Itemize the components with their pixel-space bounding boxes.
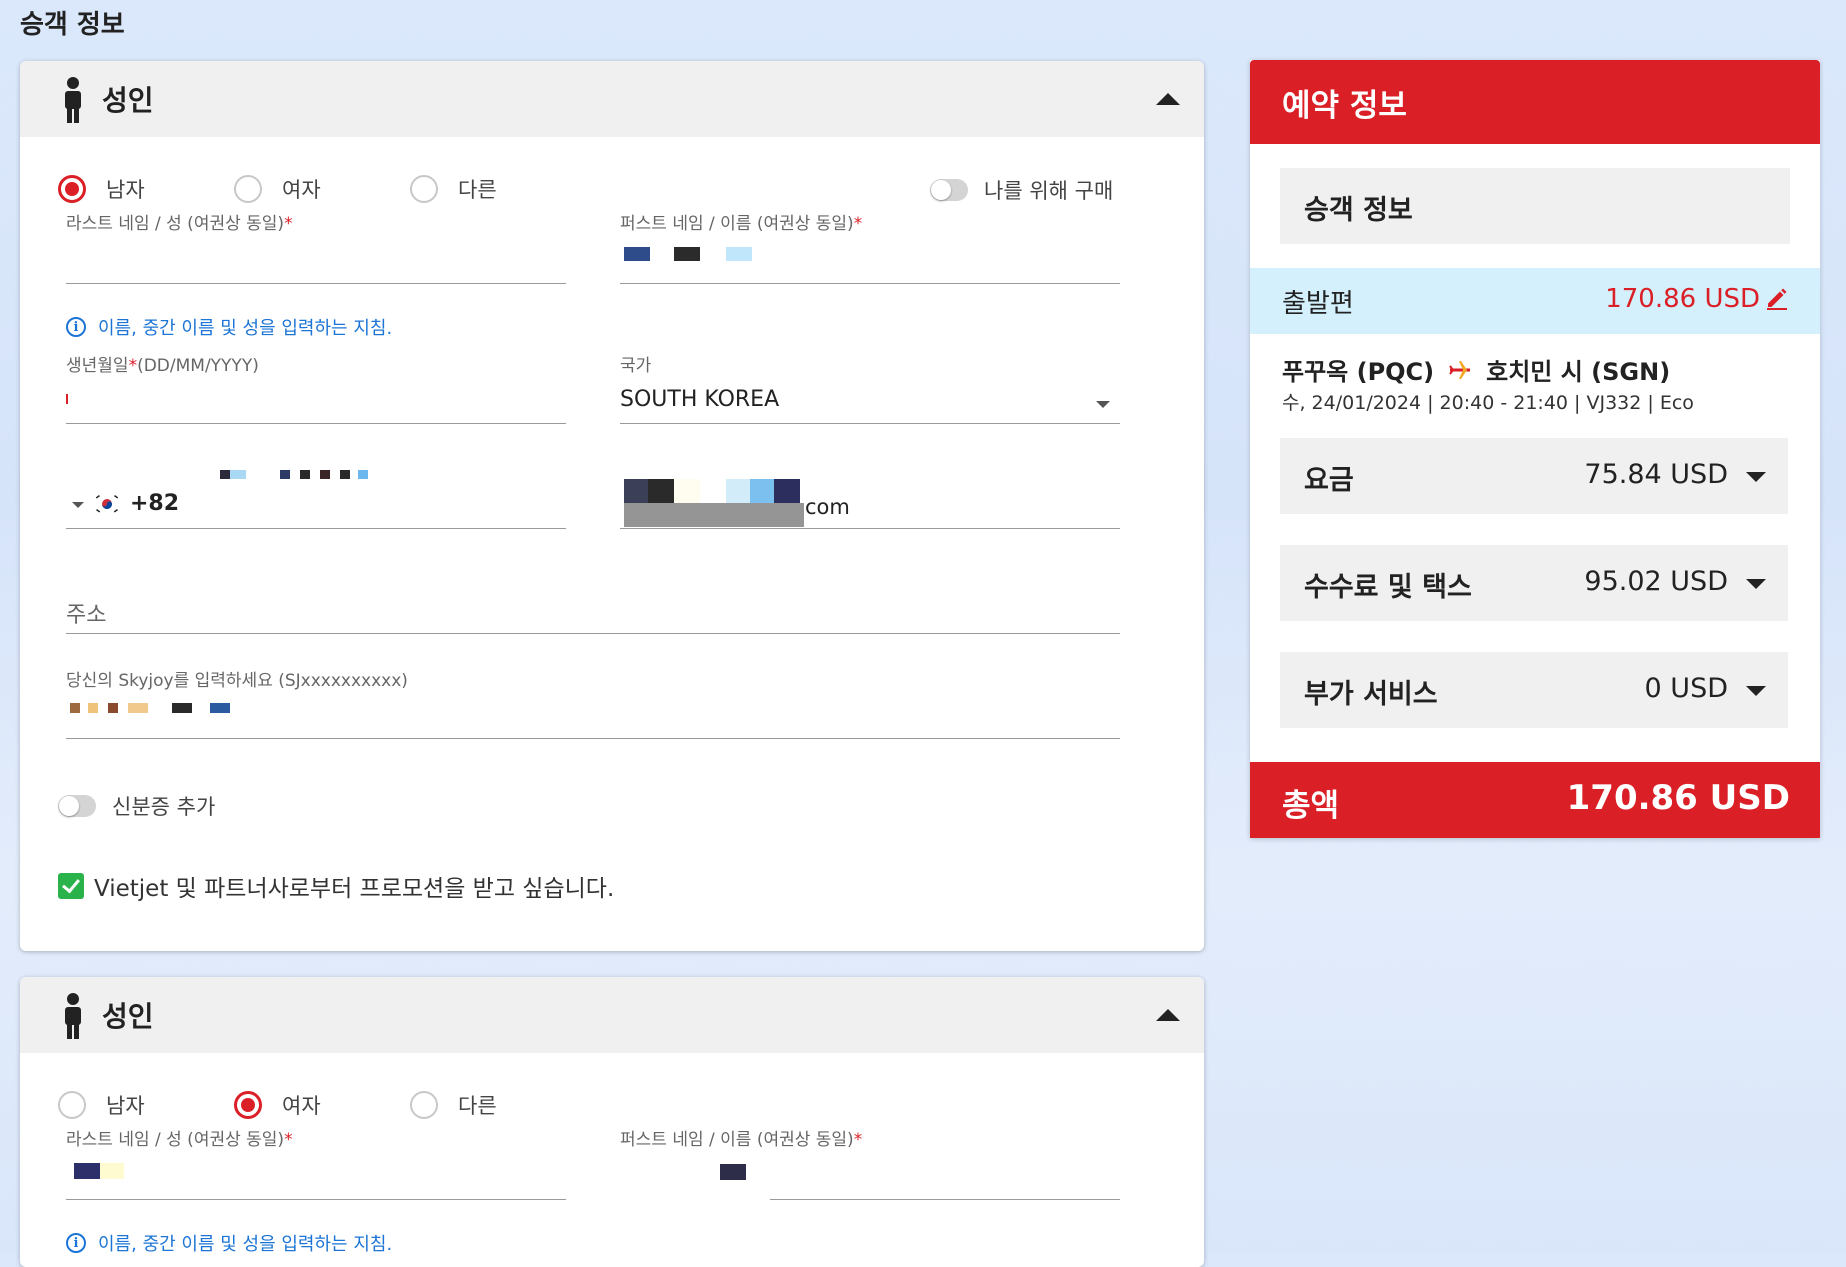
gender-label: 다른 bbox=[458, 1094, 497, 1118]
fees-taxes-row[interactable]: 수수료 및 택스 95.02 USD bbox=[1280, 545, 1788, 621]
destination-airport: 호치민 시 (SGN) bbox=[1486, 358, 1671, 386]
dropdown-arrow-icon[interactable] bbox=[1746, 472, 1766, 482]
flight-route: 푸꾸옥 (PQC) 호치민 시 (SGN) bbox=[1282, 352, 1670, 387]
buy-for-me-toggle[interactable]: 나를 위해 구매 bbox=[930, 175, 1113, 205]
radio-icon bbox=[410, 175, 438, 203]
dob-label: 생년월일*(DD/MM/YYYY) bbox=[66, 356, 259, 376]
first-name-input[interactable] bbox=[770, 1153, 1120, 1200]
checkbox-checked-icon[interactable] bbox=[58, 873, 84, 899]
phone-input[interactable]: +82 bbox=[66, 461, 566, 529]
korea-flag-icon bbox=[94, 494, 120, 514]
fees-taxes-label: 수수료 및 택스 bbox=[1304, 572, 1472, 603]
origin-airport: 푸꾸옥 (PQC) bbox=[1282, 358, 1435, 386]
country-select[interactable]: SOUTH KOREA bbox=[620, 379, 1120, 424]
skyjoy-label: 당신의 Skyjoy를 입력하세요 (SJxxxxxxxxxx) bbox=[66, 671, 408, 691]
passenger-info-section[interactable]: 승객 정보 bbox=[1280, 168, 1790, 244]
gender-radio-other[interactable]: 다른 bbox=[410, 174, 497, 204]
phone-country-code: +82 bbox=[130, 491, 180, 516]
address-placeholder: 주소 bbox=[66, 603, 107, 628]
booking-summary-title: 예약 정보 bbox=[1282, 88, 1407, 124]
toggle-switch[interactable] bbox=[930, 179, 968, 201]
person-icon bbox=[65, 77, 81, 123]
last-name-input[interactable] bbox=[66, 237, 566, 284]
promo-checkbox[interactable]: Vietjet 및 파트너사로부터 프로모션을 받고 싶습니다. bbox=[58, 869, 614, 903]
gender-radio-female[interactable]: 여자 bbox=[234, 174, 321, 204]
total-label: 총액 bbox=[1282, 788, 1340, 824]
email-input[interactable]: com bbox=[620, 461, 1120, 529]
fees-taxes-amount: 95.02 USD bbox=[1584, 566, 1728, 597]
fare-label: 요금 bbox=[1304, 465, 1354, 496]
plane-icon bbox=[1449, 360, 1471, 379]
fare-row[interactable]: 요금 75.84 USD bbox=[1280, 438, 1788, 514]
gender-label: 다른 bbox=[458, 178, 497, 202]
addon-services-label: 부가 서비스 bbox=[1304, 679, 1438, 710]
last-name-label: 라스트 네임 / 성 (여권상 동일)* bbox=[66, 214, 293, 234]
first-name-input[interactable] bbox=[620, 237, 1120, 284]
chevron-up-icon[interactable] bbox=[1156, 93, 1180, 105]
passenger-card-1: 성인 남자 여자 다른 나를 위해 구매 라스트 네임 / 성 (여권상 동일)… bbox=[20, 61, 1204, 951]
buy-for-me-label: 나를 위해 구매 bbox=[984, 179, 1114, 203]
gender-radio-female[interactable]: 여자 bbox=[234, 1090, 321, 1120]
address-input[interactable]: 주소 bbox=[66, 581, 1120, 634]
radio-icon bbox=[234, 175, 262, 203]
page-title: 승객 정보 bbox=[20, 10, 125, 40]
passenger-card-header[interactable]: 성인 bbox=[20, 977, 1204, 1053]
passenger-type-label: 성인 bbox=[102, 1000, 154, 1033]
email-suffix: com bbox=[805, 495, 850, 519]
addon-services-amount: 0 USD bbox=[1644, 673, 1728, 704]
radio-selected-icon bbox=[58, 175, 86, 203]
name-hint[interactable]: i 이름, 중간 이름 및 성을 입력하는 지침. bbox=[66, 1230, 392, 1256]
passenger-card-2: 성인 남자 여자 다른 라스트 네임 / 성 (여권상 동일)* 퍼스트 네임 … bbox=[20, 977, 1204, 1267]
country-value: SOUTH KOREA bbox=[620, 387, 780, 412]
passenger-type-label: 성인 bbox=[102, 84, 154, 117]
dropdown-arrow-icon bbox=[1096, 401, 1110, 408]
passenger-card-header[interactable]: 성인 bbox=[20, 61, 1204, 137]
total-bar: 총액 170.86 USD bbox=[1250, 762, 1820, 838]
edit-icon[interactable] bbox=[1765, 286, 1789, 310]
gender-radio-other[interactable]: 다른 bbox=[410, 1090, 497, 1120]
departure-flight-bar: 출발편 170.86 USD bbox=[1250, 268, 1820, 334]
gender-label: 여자 bbox=[282, 1094, 321, 1118]
total-amount: 170.86 USD bbox=[1566, 778, 1790, 818]
dropdown-arrow-icon[interactable] bbox=[1746, 579, 1766, 589]
radio-icon bbox=[58, 1091, 86, 1119]
dropdown-arrow-icon[interactable] bbox=[72, 502, 84, 508]
info-icon: i bbox=[66, 317, 86, 337]
dob-input[interactable] bbox=[66, 379, 566, 424]
booking-summary-header: 예약 정보 bbox=[1250, 60, 1820, 144]
first-name-label: 퍼스트 네임 / 이름 (여권상 동일)* bbox=[620, 1130, 863, 1150]
skyjoy-input[interactable] bbox=[66, 691, 1120, 739]
flight-detail: 수, 24/01/2024 | 20:40 - 21:40 | VJ332 | … bbox=[1282, 392, 1694, 414]
gender-label: 여자 bbox=[282, 178, 321, 202]
add-id-toggle[interactable]: 신분증 추가 bbox=[58, 791, 215, 821]
chevron-up-icon[interactable] bbox=[1156, 1009, 1180, 1021]
departure-label: 출발편 bbox=[1282, 289, 1354, 319]
first-name-label: 퍼스트 네임 / 이름 (여권상 동일)* bbox=[620, 214, 863, 234]
country-label: 국가 bbox=[620, 356, 652, 376]
last-name-input[interactable] bbox=[66, 1153, 566, 1200]
add-id-label: 신분증 추가 bbox=[112, 795, 216, 819]
name-hint[interactable]: i 이름, 중간 이름 및 성을 입력하는 지침. bbox=[66, 314, 392, 340]
gender-label: 남자 bbox=[106, 178, 145, 202]
addon-services-row[interactable]: 부가 서비스 0 USD bbox=[1280, 652, 1788, 728]
radio-icon bbox=[410, 1091, 438, 1119]
dropdown-arrow-icon[interactable] bbox=[1746, 686, 1766, 696]
person-icon bbox=[65, 993, 81, 1039]
departure-amount: 170.86 USD bbox=[1605, 284, 1760, 314]
fare-amount: 75.84 USD bbox=[1584, 459, 1728, 490]
passenger-info-label: 승객 정보 bbox=[1304, 195, 1413, 226]
gender-radio-male[interactable]: 남자 bbox=[58, 1090, 145, 1120]
booking-summary-panel: 예약 정보 승객 정보 출발편 170.86 USD 푸꾸옥 (PQC) 호치민… bbox=[1250, 60, 1820, 838]
gender-radio-male[interactable]: 남자 bbox=[58, 174, 145, 204]
info-icon: i bbox=[66, 1233, 86, 1253]
toggle-switch[interactable] bbox=[58, 795, 96, 817]
last-name-label: 라스트 네임 / 성 (여권상 동일)* bbox=[66, 1130, 293, 1150]
promo-label: Vietjet 및 파트너사로부터 프로모션을 받고 싶습니다. bbox=[94, 876, 615, 902]
gender-label: 남자 bbox=[106, 1094, 145, 1118]
radio-selected-icon bbox=[234, 1091, 262, 1119]
